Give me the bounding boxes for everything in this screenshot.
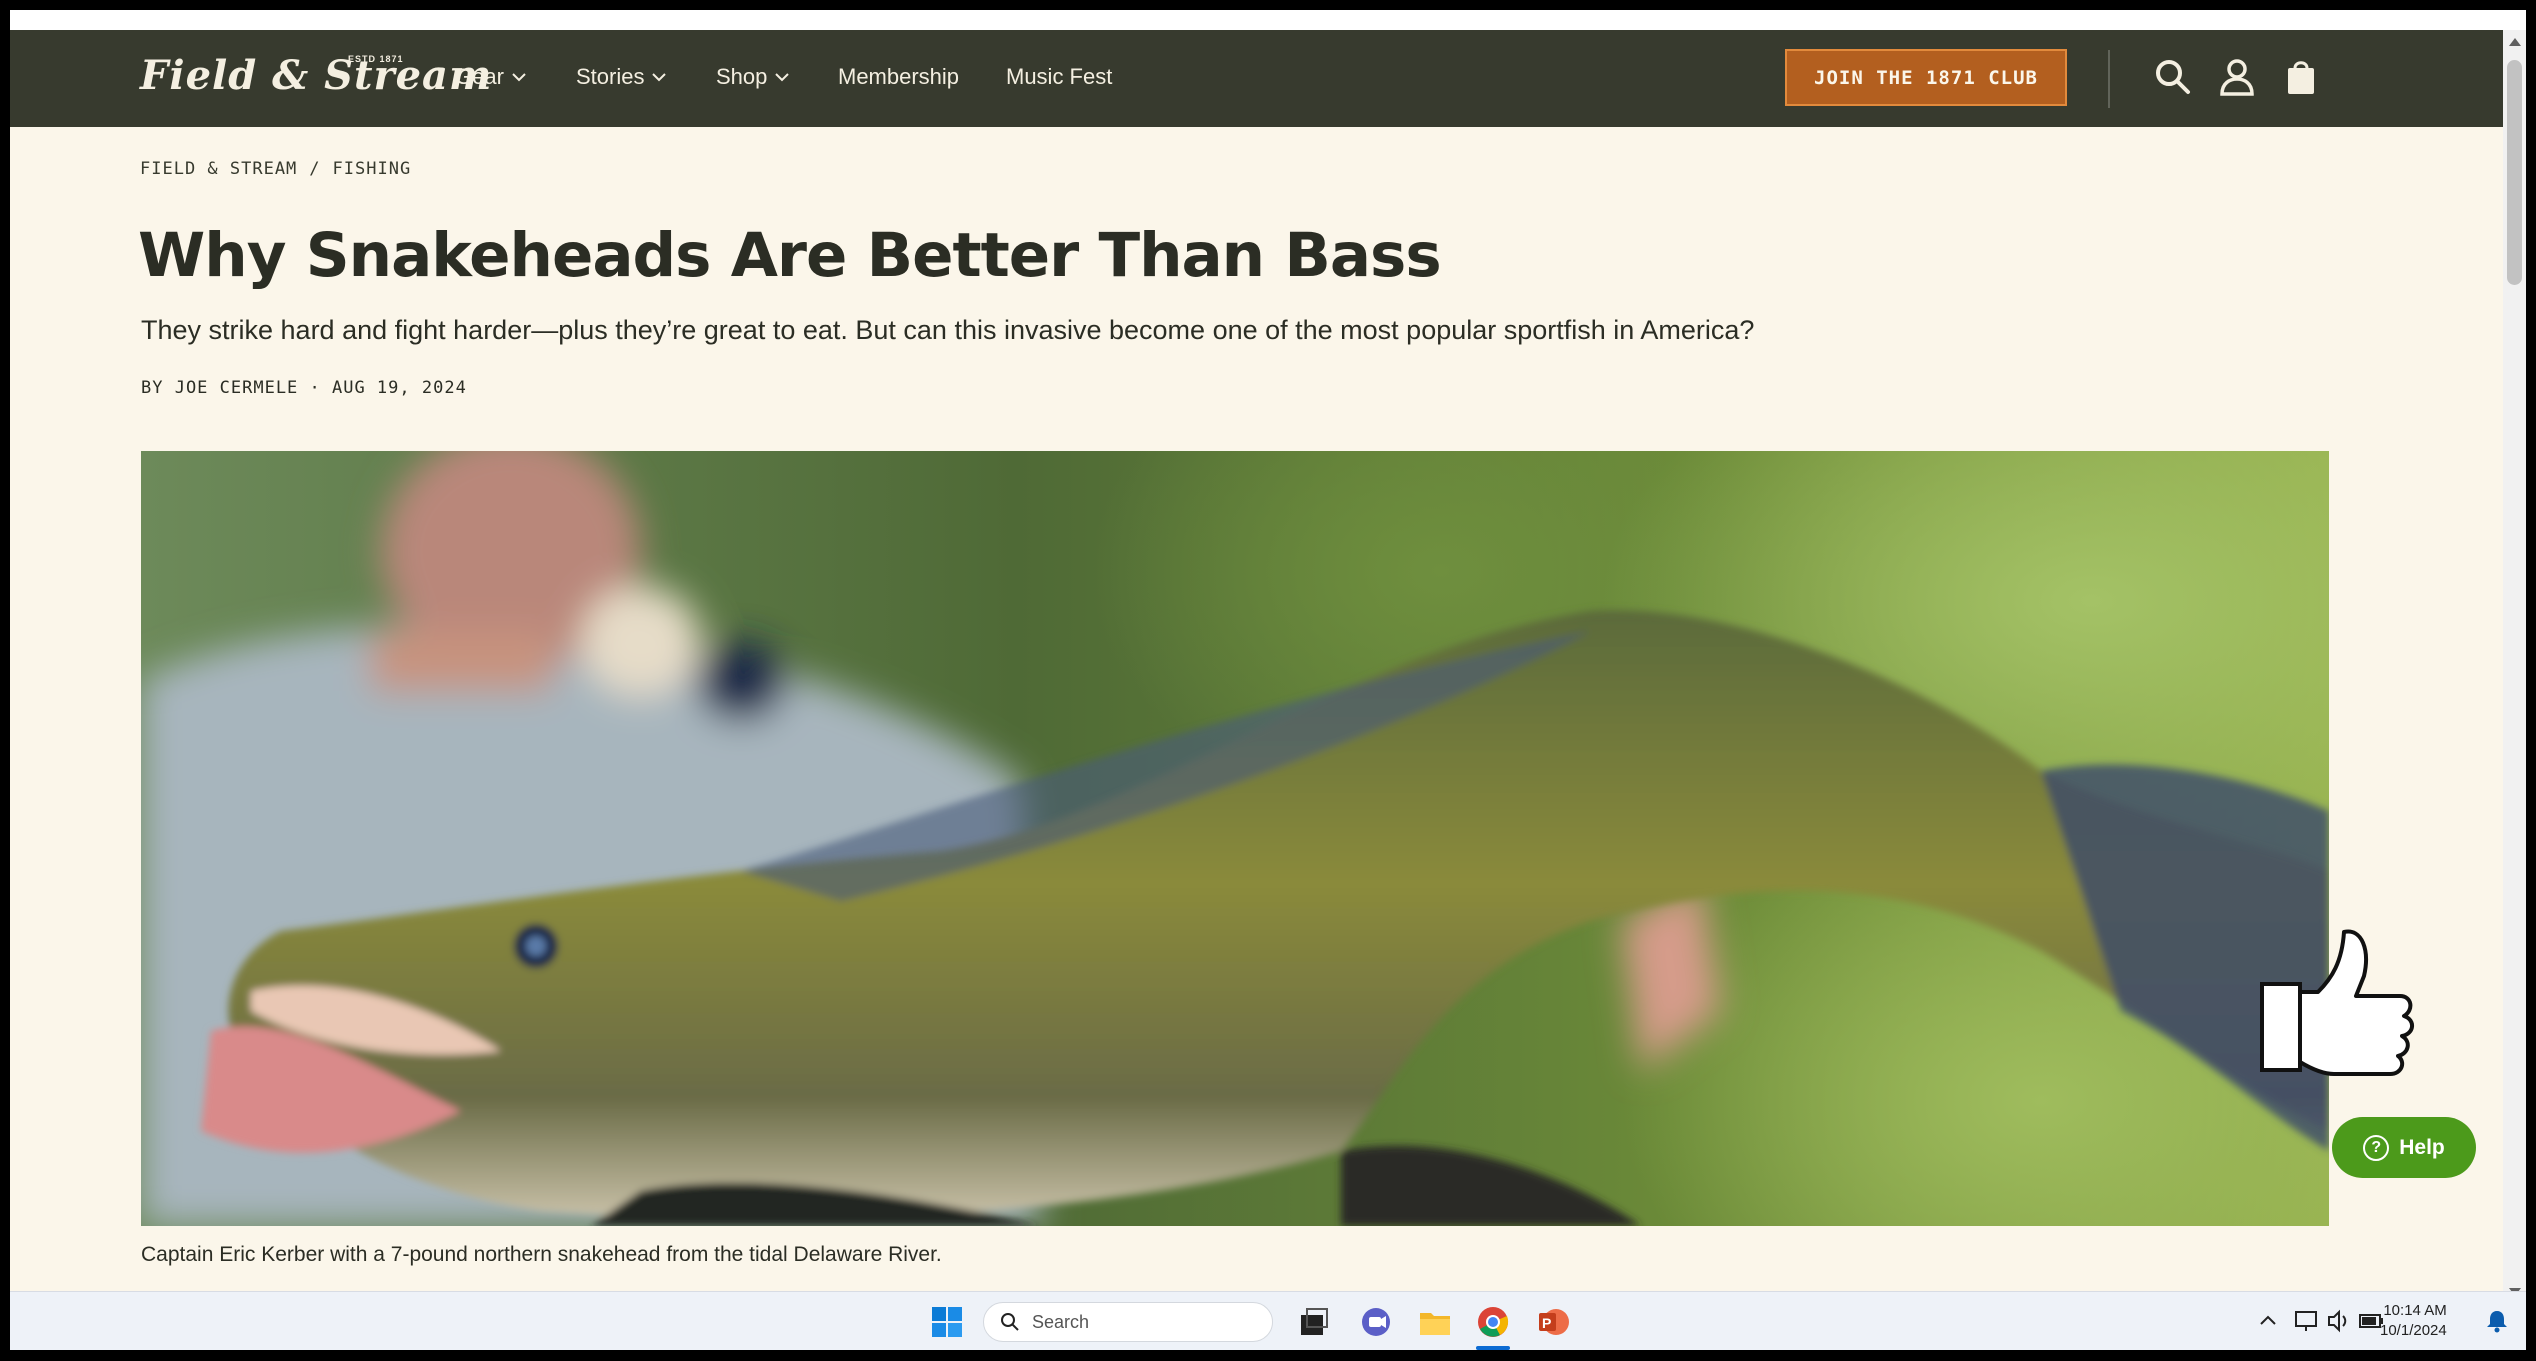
site-header: Field & Stream ESTD 1871 Gear Stories Sh…: [10, 30, 2503, 127]
article-title: Why Snakeheads Are Better Than Bass: [138, 220, 1442, 291]
notification-bell-icon[interactable]: [2484, 1308, 2510, 1334]
nav-item-membership[interactable]: Membership: [838, 64, 959, 90]
chevron-down-icon: [512, 73, 526, 82]
powerpoint-icon[interactable]: P: [1536, 1305, 1570, 1339]
article-dek: They strike hard and fight harder—plus t…: [141, 315, 1755, 345]
nav-item-label: Gear: [455, 64, 504, 89]
svg-text:P: P: [1542, 1315, 1551, 1331]
chevron-down-icon: [775, 73, 790, 82]
scroll-up-arrow-icon[interactable]: [2509, 38, 2521, 46]
logo-established: ESTD 1871: [348, 54, 404, 64]
thumbs-up-icon[interactable]: [2252, 926, 2422, 1086]
search-icon: [1001, 1313, 1019, 1331]
article-byline[interactable]: BY JOE CERMELE · AUG 19, 2024: [141, 378, 467, 398]
nav-item-label: Music Fest: [1006, 64, 1113, 89]
site-logo[interactable]: Field & Stream: [140, 52, 492, 99]
taskbar-search-box[interactable]: Search: [983, 1302, 1273, 1342]
task-view-icon[interactable]: [1297, 1305, 1331, 1339]
chrome-icon[interactable]: [1476, 1305, 1510, 1339]
windows-taskbar: Search P 10:14 AM 10/1/2024: [10, 1291, 2526, 1350]
hero-image: [141, 451, 2329, 1226]
windows-start-icon[interactable]: [930, 1305, 964, 1339]
help-button[interactable]: ? Help: [2332, 1117, 2476, 1178]
shopping-bag-icon[interactable]: [2280, 56, 2322, 98]
active-app-indicator: [1476, 1346, 1510, 1350]
nav-item-stories[interactable]: Stories: [576, 64, 667, 90]
nav-item-label: Stories: [576, 64, 645, 89]
file-explorer-icon[interactable]: [1418, 1305, 1452, 1339]
chevron-up-icon[interactable]: [2255, 1308, 2281, 1334]
chevron-down-icon: [652, 73, 667, 82]
page-scrollbar[interactable]: [2503, 30, 2526, 1302]
browser-viewport: Field & Stream ESTD 1871 Gear Stories Sh…: [10, 10, 2526, 1350]
browser-top-strip: [10, 10, 2526, 30]
help-button-label: Help: [2399, 1135, 2445, 1159]
join-club-button[interactable]: JOIN THE 1871 CLUB: [1785, 49, 2067, 106]
breadcrumb-fishing[interactable]: FISHING: [333, 159, 412, 179]
volume-icon[interactable]: [2325, 1307, 2353, 1335]
taskbar-date: 10/1/2024: [2380, 1322, 2447, 1339]
nav-item-label: Shop: [716, 64, 768, 89]
network-icon[interactable]: [2293, 1307, 2321, 1335]
nav-item-gear[interactable]: Gear: [455, 64, 526, 90]
teams-chat-icon[interactable]: [1359, 1305, 1393, 1339]
taskbar-clock[interactable]: 10:14 AM 10/1/2024: [2380, 1301, 2447, 1341]
breadcrumb-home[interactable]: FIELD & STREAM: [140, 159, 297, 179]
scrollbar-thumb[interactable]: [2507, 60, 2522, 285]
taskbar-time: 10:14 AM: [2383, 1302, 2447, 1319]
snakehead-photo-illustration: [141, 451, 2329, 1226]
account-icon[interactable]: [2216, 56, 2258, 98]
taskbar-search-placeholder: Search: [1032, 1311, 1090, 1332]
nav-item-label: Membership: [838, 64, 960, 89]
nav-item-shop[interactable]: Shop: [716, 64, 790, 90]
nav-divider: [2108, 50, 2110, 108]
breadcrumb: FIELD & STREAM / FISHING: [140, 159, 411, 179]
help-question-icon: ?: [2363, 1134, 2390, 1161]
breadcrumb-separator: /: [309, 159, 321, 179]
hero-caption: Captain Eric Kerber with a 7-pound north…: [141, 1243, 942, 1266]
nav-item-music-fest[interactable]: Music Fest: [1006, 64, 1112, 90]
search-icon[interactable]: [2152, 56, 2194, 98]
